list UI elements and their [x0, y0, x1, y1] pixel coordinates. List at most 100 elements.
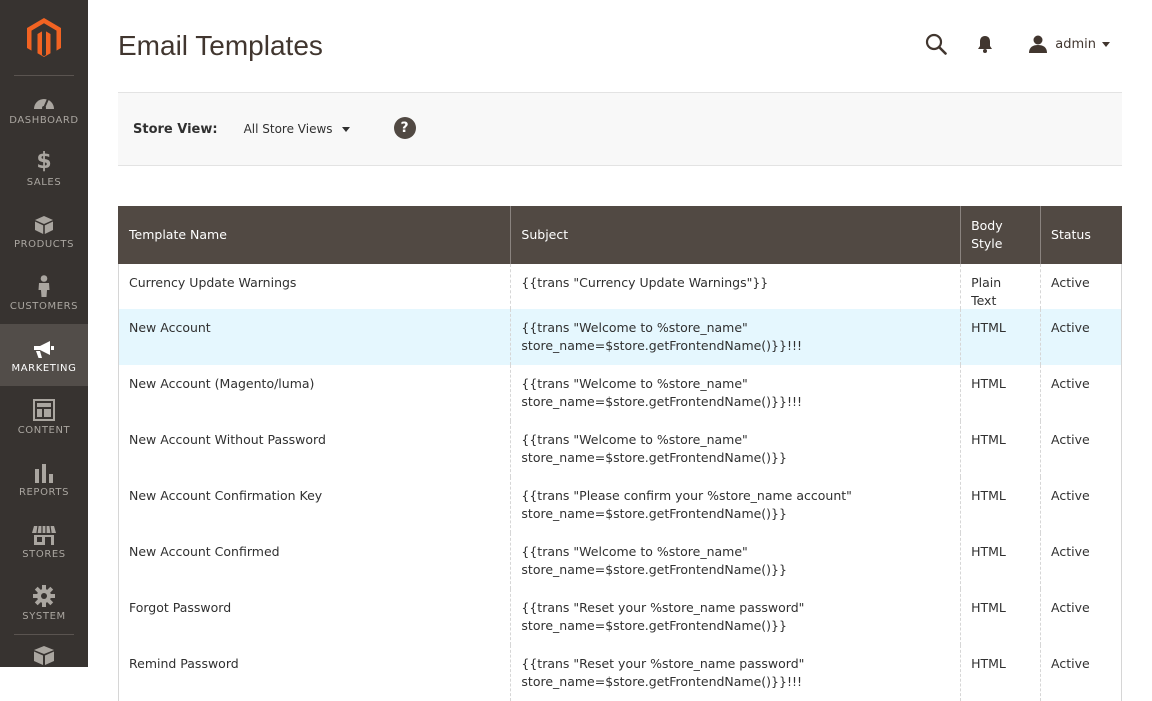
table-row[interactable]: New Account Without Password {{trans "We… [117, 421, 1122, 477]
store-view-label: Store View: [133, 121, 218, 137]
subject-line: store_name=$store.getFrontendName()}} [521, 449, 787, 465]
grid-header-row: Template Name Subject Body Style Status [117, 206, 1122, 264]
table-row[interactable]: New Account {{trans "Welcome to %store_n… [117, 309, 1122, 365]
global-search-button[interactable] [925, 33, 948, 55]
status-cell: Active [1040, 264, 1122, 309]
column-header-body-style[interactable]: Body Style [960, 206, 1041, 264]
subject-line: {{trans "Welcome to %store_name" [521, 376, 748, 391]
body-style-cell: HTML [960, 589, 1041, 645]
sidebar-item-products[interactable]: PRODUCTS [0, 200, 88, 262]
help-icon[interactable]: ? [393, 116, 416, 139]
subject-line: {{trans "Welcome to %store_name" [521, 544, 748, 559]
sidebar-item-label: PRODUCTS [13, 238, 75, 250]
subject-line: {{trans "Currency Update Warnings"}} [521, 275, 769, 290]
subject-line: {{trans "Welcome to %store_name" [521, 320, 748, 335]
status-cell: Active [1040, 365, 1122, 421]
search-icon [926, 33, 948, 55]
email-templates-grid: Template Name Subject Body Style Status … [117, 206, 1122, 701]
gear-icon [33, 584, 55, 607]
sidebar-item-label: SALES [26, 176, 62, 188]
sidebar-item-marketing[interactable]: MARKETING [0, 324, 88, 386]
column-header-status[interactable]: Status [1040, 206, 1122, 264]
table-row[interactable]: New Account Confirmation Key {{trans "Pl… [117, 477, 1122, 533]
table-row[interactable]: Forgot Password {{trans "Reset your %sto… [117, 589, 1122, 645]
status-cell: Active [1040, 309, 1122, 365]
template-name-cell: Remind Password [117, 645, 511, 701]
storefront-icon [32, 523, 56, 545]
sidebar-item-label: MARKETING [11, 362, 77, 374]
sidebar-item-dashboard[interactable]: DASHBOARD [0, 76, 88, 138]
status-cell: Active [1040, 589, 1122, 645]
subject-cell: {{trans "Welcome to %store_name" store_na… [510, 533, 961, 589]
subject-cell: {{trans "Welcome to %store_name" store_na… [510, 365, 961, 421]
sidebar-item-system[interactable]: SYSTEM [0, 572, 88, 634]
table-row[interactable]: Currency Update Warnings {{trans "Curren… [117, 264, 1122, 309]
body-style-cell: Plain Text [960, 264, 1041, 309]
status-cell: Active [1040, 645, 1122, 701]
notifications-button[interactable] [977, 35, 993, 53]
body-style-cell: HTML [960, 365, 1041, 421]
user-name: admin [1055, 36, 1096, 52]
status-cell: Active [1040, 533, 1122, 589]
body-style-cell: HTML [960, 309, 1041, 365]
subject-cell: {{trans "Welcome to %store_name" store_na… [510, 309, 961, 365]
subject-line: {{trans "Reset your %store_name password… [521, 600, 805, 615]
table-row[interactable]: Remind Password {{trans "Reset your %sto… [117, 645, 1122, 701]
subject-line: {{trans "Reset your %store_name password… [521, 656, 805, 671]
user-icon [1029, 35, 1048, 53]
template-name-cell: New Account Confirmation Key [117, 477, 511, 533]
sidebar-item-customers[interactable]: CUSTOMERS [0, 262, 88, 324]
subject-line: {{trans "Welcome to %store_name" [521, 432, 748, 447]
template-name-cell: New Account (Magento/luma) [117, 365, 511, 421]
box-icon [34, 213, 54, 235]
template-name-cell: New Account Without Password [117, 421, 511, 477]
subject-line: store_name=$store.getFrontendName()}} [521, 561, 787, 577]
dashboard-icon [32, 89, 56, 111]
magento-logo[interactable] [0, 0, 88, 76]
body-style-cell: HTML [960, 421, 1041, 477]
subject-line: store_name=$store.getFrontendName()}}!!! [521, 337, 802, 353]
sidebar-item-stores[interactable]: STORES [0, 510, 88, 572]
sidebar-item-label: CONTENT [17, 424, 71, 436]
subject-line: store_name=$store.getFrontendName()}}!!! [521, 393, 802, 409]
header-actions: admin [925, 30, 1110, 58]
admin-sidebar: DASHBOARD $ SALES PRODUCTS CUSTOMERS MAR… [0, 0, 88, 667]
table-row[interactable]: New Account (Magento/luma) {{trans "Welc… [117, 365, 1122, 421]
template-name-cell: New Account Confirmed [117, 533, 511, 589]
body-style-cell: HTML [960, 477, 1041, 533]
subject-line: store_name=$store.getFrontendName()}} [521, 505, 787, 521]
store-view-selected: All Store Views [243, 122, 333, 136]
body-style-cell: HTML [960, 645, 1041, 701]
subject-cell: {{trans "Reset your %store_name password… [510, 589, 961, 645]
dollar-icon: $ [36, 148, 52, 174]
body-style-cell: HTML [960, 533, 1041, 589]
subject-line: store_name=$store.getFrontendName()}}!!! [521, 673, 802, 689]
subject-cell: {{trans "Reset your %store_name password… [510, 645, 961, 701]
sidebar-item-extensions[interactable] [0, 635, 88, 675]
bar-chart-icon [34, 461, 54, 483]
cubes-icon [32, 645, 56, 675]
caret-down-icon [1102, 41, 1110, 47]
user-account-menu[interactable]: admin [1029, 35, 1110, 53]
layout-icon [33, 398, 55, 421]
column-header-template-name[interactable]: Template Name [117, 206, 511, 264]
table-row[interactable]: New Account Confirmed {{trans "Welcome t… [117, 533, 1122, 589]
megaphone-icon [32, 337, 56, 359]
sidebar-item-sales[interactable]: $ SALES [0, 138, 88, 200]
subject-cell: {{trans "Currency Update Warnings"}} [510, 264, 961, 309]
sidebar-item-label: SYSTEM [22, 610, 66, 622]
subject-line: {{trans "Please confirm your %store_name… [521, 488, 852, 503]
subject-cell: {{trans "Please confirm your %store_name… [510, 477, 961, 533]
sidebar-item-reports[interactable]: REPORTS [0, 448, 88, 510]
magento-logo-icon [27, 18, 61, 57]
template-name-cell: Forgot Password [117, 589, 511, 645]
page-title: Email Templates [118, 30, 323, 61]
sidebar-item-label: REPORTS [18, 486, 70, 498]
status-cell: Active [1040, 477, 1122, 533]
sidebar-item-content[interactable]: CONTENT [0, 386, 88, 448]
store-view-dropdown[interactable]: All Store Views [244, 122, 350, 136]
sidebar-item-label: STORES [22, 548, 66, 560]
sidebar-item-label: DASHBOARD [9, 114, 79, 126]
subject-line: store_name=$store.getFrontendName()}} [521, 617, 787, 633]
column-header-subject[interactable]: Subject [510, 206, 961, 264]
